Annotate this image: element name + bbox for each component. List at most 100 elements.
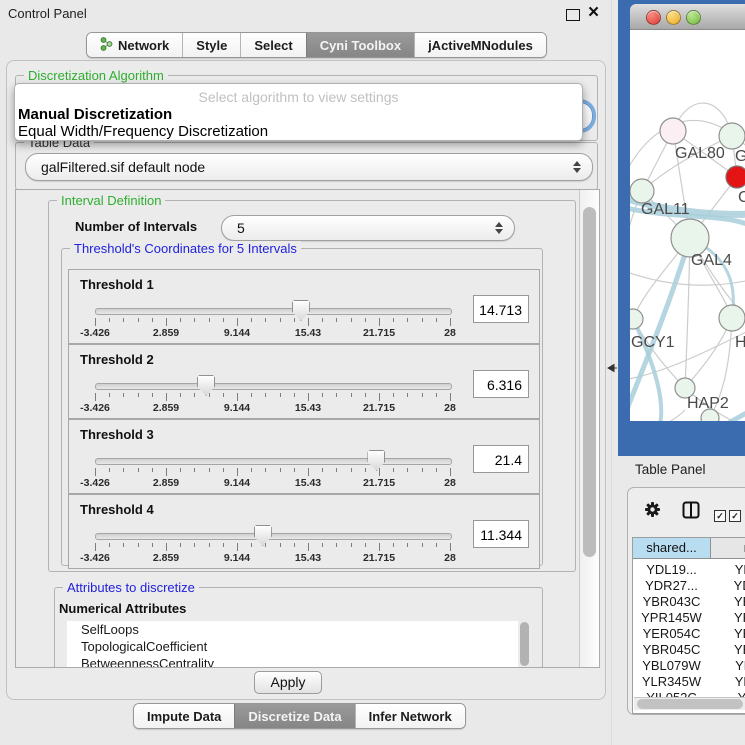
tab-infer-network[interactable]: Infer Network xyxy=(355,704,465,728)
tab-jactivemnodules[interactable]: jActiveMNodules xyxy=(414,33,546,57)
threshold-value-field[interactable]: 11.344 xyxy=(473,520,529,548)
threshold-panel: Threshold 4 -3.4262.8599.14415.4321.7152… xyxy=(68,494,540,569)
close-panel-icon[interactable]: × xyxy=(588,1,599,25)
table-cell[interactable]: YDR27... xyxy=(633,578,710,594)
table-column-header[interactable]: shared... xyxy=(633,538,711,559)
settings-scrollbar[interactable] xyxy=(579,190,599,667)
float-panel-icon[interactable] xyxy=(566,9,580,21)
network-node[interactable] xyxy=(630,309,643,329)
threshold-label: Threshold 2 xyxy=(80,352,154,367)
slider-track[interactable] xyxy=(95,458,452,465)
slider-tick-labels: -3.4262.8599.14415.4321.71528 xyxy=(69,402,539,415)
table-data-selected-value: galFiltered.sif default node xyxy=(41,159,205,175)
tab-label: Discretize Data xyxy=(248,709,341,724)
table-cell[interactable]: YDL19... xyxy=(633,562,710,578)
table-cell[interactable]: YLR3 xyxy=(711,674,745,690)
tick-label: 15.43 xyxy=(295,402,321,414)
table-cell[interactable]: YBL079W xyxy=(633,658,710,674)
control-panel-titlebar: Control Panel × xyxy=(0,0,618,26)
attribute-list-item[interactable]: BetweennessCentrality xyxy=(67,655,518,668)
network-edge[interactable] xyxy=(630,410,685,421)
table-horizontal-scrollbar[interactable] xyxy=(634,697,745,710)
tab-style[interactable]: Style xyxy=(182,33,240,57)
numerical-attributes-label: Numerical Attributes xyxy=(59,601,186,616)
tab-label: Cyni Toolbox xyxy=(320,38,401,53)
table-data-combobox[interactable]: galFiltered.sif default node xyxy=(25,153,593,181)
tick-label: 2.859 xyxy=(153,477,179,489)
table-cell[interactable]: YLR345W xyxy=(633,674,710,690)
gear-icon[interactable] xyxy=(644,501,661,523)
network-node[interactable] xyxy=(630,179,654,203)
threshold-value-field[interactable]: 14.713 xyxy=(473,295,529,323)
node-label: GCY1 xyxy=(631,334,675,351)
tick-label: 28 xyxy=(444,477,456,489)
attributes-group: Attributes to discretize Numerical Attri… xyxy=(54,587,543,668)
threshold-value-field[interactable]: 21.4 xyxy=(473,445,529,473)
select-columns-checkbox-icon[interactable]: ✓✓ xyxy=(714,506,741,524)
apply-button[interactable]: Apply xyxy=(254,671,322,694)
threshold-label: Threshold 4 xyxy=(80,502,154,517)
tab-cyni-toolbox[interactable]: Cyni Toolbox xyxy=(306,33,414,57)
network-node[interactable] xyxy=(719,305,745,331)
slider-tick-labels: -3.4262.8599.14415.4321.71528 xyxy=(69,327,539,340)
table-cell[interactable]: YPR1 xyxy=(711,610,745,626)
slider-tick-labels: -3.4262.8599.14415.4321.71528 xyxy=(69,477,539,490)
tab-impute-data[interactable]: Impute Data xyxy=(134,704,234,728)
tab-label: Network xyxy=(118,38,169,53)
combo-arrows-icon xyxy=(573,161,581,173)
table-cell[interactable]: YER0 xyxy=(711,626,745,642)
tab-select[interactable]: Select xyxy=(240,33,305,57)
table-cell[interactable]: YDR2 xyxy=(711,578,745,594)
attribute-list-item[interactable]: SelfLoops xyxy=(67,621,518,638)
table-cell[interactable]: YBR0 xyxy=(711,594,745,610)
control-panel-tabbar: Network Style Select Cyni Toolbox jActiveMNo… xyxy=(86,32,547,58)
table-cell[interactable]: YBR0 xyxy=(711,642,745,658)
network-node[interactable] xyxy=(726,166,745,188)
tick-label: 15.43 xyxy=(295,477,321,489)
threshold-value-field[interactable]: 6.316 xyxy=(473,370,529,398)
cyni-mode-tabbar: Impute Data Discretize Data Infer Network xyxy=(133,703,466,729)
settings-scrollbar-thumb[interactable] xyxy=(583,207,596,557)
threshold-label: Threshold 3 xyxy=(80,427,154,442)
number-of-intervals-label: Number of Intervals xyxy=(75,219,197,234)
attribute-list-item[interactable]: TopologicalCoefficient xyxy=(67,638,518,655)
minimize-traffic-light-icon[interactable] xyxy=(666,10,681,25)
slider-track[interactable] xyxy=(95,383,452,390)
tick-label: 2.859 xyxy=(153,552,179,564)
table-panel-title: Table Panel xyxy=(635,462,706,477)
tab-discretize-data[interactable]: Discretize Data xyxy=(234,704,354,728)
table-cell[interactable]: YBL0 xyxy=(711,658,745,674)
algorithm-popup-item[interactable]: Manual Discretization xyxy=(18,106,172,123)
tab-network[interactable]: Network xyxy=(87,33,182,57)
split-columns-icon[interactable] xyxy=(682,501,700,524)
table-cell[interactable]: YBR045C xyxy=(633,642,710,658)
network-icon xyxy=(100,37,113,54)
slider-track[interactable] xyxy=(95,308,452,315)
table-cell[interactable]: YBR043C xyxy=(633,594,710,610)
tab-label: Infer Network xyxy=(369,709,452,724)
numerical-attributes-list[interactable]: SelfLoopsTopologicalCoefficientBetweenne… xyxy=(67,621,518,668)
node-table[interactable]: shared... na YDL19...YDL1YDR27...YDR2YBR… xyxy=(632,537,745,714)
network-canvas[interactable]: GAL80GACGAL11GAL4GCY1HHAP2 xyxy=(630,30,745,421)
table-cell[interactable]: YER054C xyxy=(633,626,710,642)
network-window-titlebar[interactable] xyxy=(630,4,745,30)
network-node[interactable] xyxy=(660,118,686,144)
network-window-frame[interactable]: GAL80GACGAL11GAL4GCY1HHAP2 xyxy=(618,0,745,456)
network-node[interactable] xyxy=(701,409,719,421)
number-of-intervals-combobox[interactable]: 5 xyxy=(221,215,515,241)
network-edge[interactable] xyxy=(685,238,690,388)
maximize-traffic-light-icon[interactable] xyxy=(686,10,701,25)
tab-label: Style xyxy=(196,38,227,53)
slider-ticks xyxy=(69,468,539,477)
close-traffic-light-icon[interactable] xyxy=(646,10,661,25)
tick-label: 28 xyxy=(444,552,456,564)
table-cell[interactable]: YDL1 xyxy=(711,562,745,578)
slider-track[interactable] xyxy=(95,533,452,540)
network-node[interactable] xyxy=(719,123,745,149)
table-cell[interactable]: YPR145W xyxy=(633,610,710,626)
algorithm-popup-item[interactable]: Equal Width/Frequency Discretization xyxy=(18,123,268,140)
table-column-header[interactable]: na xyxy=(711,538,745,559)
attributes-list-scrollbar[interactable] xyxy=(518,621,532,668)
tab-label: Impute Data xyxy=(147,709,221,724)
tick-label: -3.426 xyxy=(80,402,110,414)
